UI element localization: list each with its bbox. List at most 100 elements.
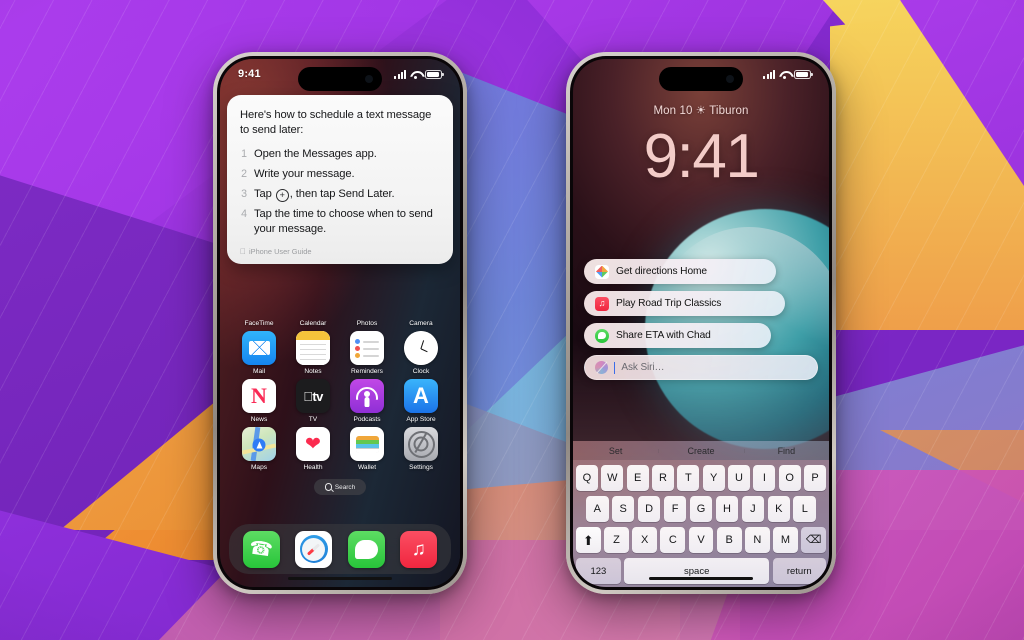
ask-siri-input[interactable]: Ask Siri… [584,355,818,380]
key-g[interactable]: G [689,496,713,522]
siri-suggestion-label: Get directions Home [616,266,707,277]
siri-step: 2 Write your message. [240,167,440,182]
right-phone-bezel: Mon 10 ☀ Tiburon 9:41 Get directions Hom… [570,56,832,590]
siri-step: 4 Tap the time to choose when to send yo… [240,207,440,237]
app-label: Photos [356,320,378,327]
siri-step-text: Write your message. [254,168,355,180]
key-e[interactable]: E [626,465,649,491]
siri-suggestion-share-eta[interactable]: Share ETA with Chad [584,323,772,348]
key-v[interactable]: V [688,527,714,553]
app-cell-facetime[interactable]: FaceTime [232,317,286,327]
app-cell-podcasts[interactable]: Podcasts [340,379,394,423]
key-s[interactable]: S [611,496,635,522]
app-label: Notes [304,368,322,375]
key-a[interactable]: A [585,496,609,522]
app-cell-wallet[interactable]: Wallet [340,427,394,471]
key-l[interactable]: L [793,496,817,522]
home-screen-area: FaceTime Calendar Photos Camera Mail Not… [220,317,460,587]
reminders-icon [350,331,384,365]
key-y[interactable]: Y [702,465,725,491]
messages-icon [595,328,609,343]
app-cell-camera[interactable]: Camera [394,317,448,327]
home-search-button[interactable]: Search [314,479,366,495]
siri-answer-card[interactable]: Here's how to schedule a text message to… [227,95,453,264]
app-label: Maps [250,464,268,471]
health-icon: ❤ [296,427,330,461]
space-key[interactable]: space [624,558,770,584]
predictive-suggestion-3[interactable]: Find [743,446,829,456]
front-camera-icon [365,75,373,83]
siri-step-text-post: , then tap Send Later. [289,188,395,200]
clock-icon [404,331,438,365]
app-grid: FaceTime Calendar Photos Camera Mail Not… [220,317,460,471]
notes-icon [296,331,330,365]
key-d[interactable]: D [637,496,661,522]
left-dynamic-island [298,67,382,91]
cellular-signal-icon [763,69,775,79]
app-cell-calendar[interactable]: Calendar [286,317,340,327]
siri-suggestion-label: Play Road Trip Classics [616,298,722,309]
keyboard-row-1: Q W E R T Y U I O P [575,465,827,491]
left-home-indicator[interactable] [288,576,392,580]
key-m[interactable]: M [773,527,798,553]
right-home-indicator[interactable] [649,576,753,580]
app-cell-news[interactable]: N News [232,379,286,423]
key-p[interactable]: P [804,465,827,491]
app-label: Wallet [357,464,377,471]
key-o[interactable]: O [778,465,801,491]
plus-circle-icon: + [275,189,289,202]
app-cell-reminders[interactable]: Reminders [340,331,394,375]
mail-icon [242,331,276,365]
keyboard-row-2: A S D F G H J K L [576,496,826,522]
app-cell-app-store[interactable]: A App Store [394,379,448,423]
right-phone-screen: Mon 10 ☀ Tiburon 9:41 Get directions Hom… [573,59,829,587]
app-cell-clock[interactable]: Clock [394,331,448,375]
siri-suggestion-directions[interactable]: Get directions Home [584,259,776,284]
key-z[interactable]: Z [604,527,629,553]
app-label: TV [308,416,318,423]
key-u[interactable]: U [728,465,750,491]
wifi-icon [410,70,421,79]
app-cell-notes[interactable]: Notes [286,331,340,375]
numbers-key[interactable]: 123 [576,558,621,584]
siri-step: 1 Open the Messages app. [240,147,440,162]
app-cell-tv[interactable]: tv TV [286,379,340,423]
app-cell-photos[interactable]: Photos [340,317,394,327]
left-phone-bezel: 9:41 Here's how to schedule a text messa… [217,56,463,590]
siri-card-attribution[interactable]:  iPhone User Guide [240,243,440,256]
app-label: News [250,416,268,423]
app-label: Clock [412,368,430,375]
app-cell-settings[interactable]: Settings [394,427,448,471]
app-cell-mail[interactable]: Mail [232,331,286,375]
battery-icon [425,69,444,79]
lock-screen-clock: 9:41 [643,122,760,191]
key-t[interactable]: T [677,465,700,491]
predictive-suggestion-1[interactable]: Set [573,446,658,456]
app-label: Health [303,464,323,471]
key-r[interactable]: R [652,465,674,491]
key-c[interactable]: C [660,527,686,553]
siri-attribution-label: iPhone User Guide [243,247,311,256]
key-j[interactable]: J [741,496,765,522]
app-label: App Store [406,416,436,423]
key-w[interactable]: W [601,465,624,491]
shift-key-icon[interactable]: ⬆ [576,527,601,553]
app-cell-maps[interactable]: Maps [232,427,286,471]
key-k[interactable]: K [767,496,791,522]
siri-suggestion-play-music[interactable]: ♫ Play Road Trip Classics [584,291,786,316]
maps-icon [595,264,609,279]
key-n[interactable]: N [744,527,770,553]
key-i[interactable]: I [753,465,776,491]
key-x[interactable]: X [632,527,658,553]
delete-key-icon[interactable]: ⌫ [801,527,827,553]
tv-icon: tv [296,379,330,413]
key-f[interactable]: F [663,496,687,522]
siri-step-number: 3 [241,188,247,200]
app-cell-health[interactable]: ❤ Health [286,427,340,471]
onscreen-keyboard: Q W E R T Y U I O P A S D F G H J K L ⬆ … [573,460,829,587]
return-key[interactable]: return [772,558,826,584]
key-b[interactable]: B [716,527,742,553]
key-h[interactable]: H [715,496,739,522]
key-q[interactable]: Q [575,465,598,491]
predictive-suggestion-2[interactable]: Create [658,446,743,456]
